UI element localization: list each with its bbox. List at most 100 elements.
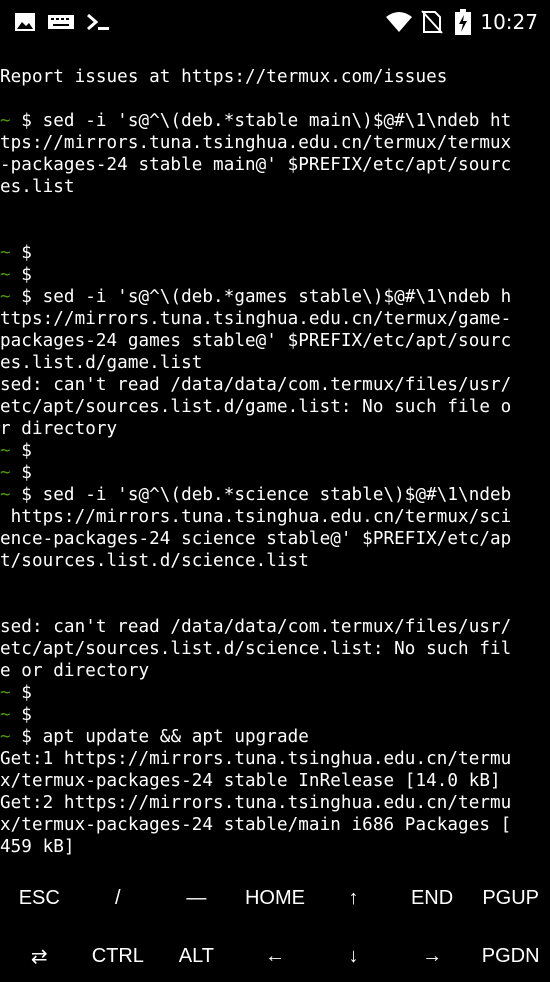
terminal-line: 459 kB] bbox=[0, 836, 550, 858]
terminal-line: es.list.d/game.list bbox=[0, 352, 550, 374]
terminal-output[interactable]: Report issues at https://termux.com/issu… bbox=[0, 66, 550, 866]
prompt-tilde: ~ bbox=[0, 265, 11, 285]
terminal-line: Get:1 https://mirrors.tuna.tsinghua.edu.… bbox=[0, 748, 550, 770]
extra-keys-bar: ESC / — HOME ↑ END PGUP ⇄ CTRL ALT ← ↓ → PGDN bbox=[0, 870, 550, 973]
no-sim-icon bbox=[420, 0, 444, 44]
terminal-line-text: 459 kB] bbox=[0, 837, 75, 857]
arrow-left-key[interactable]: ← bbox=[236, 930, 315, 982]
terminal-line-text: etc/apt/sources.list.d/science.list: No … bbox=[0, 639, 512, 659]
terminal-line: ttps://mirrors.tuna.tsinghua.edu.cn/term… bbox=[0, 308, 550, 330]
terminal-line-text: es.list.d/game.list bbox=[0, 353, 203, 373]
esc-key[interactable]: ESC bbox=[0, 872, 79, 924]
prompt-tilde: ~ bbox=[0, 111, 11, 131]
terminal-line: https://mirrors.tuna.tsinghua.edu.cn/ter… bbox=[0, 506, 550, 528]
terminal-line-text: $ sed -i 's@^\(deb.*science stable\)$@#\… bbox=[10, 485, 512, 505]
prompt-tilde: ~ bbox=[0, 463, 11, 483]
terminal-line: packages-24 games stable@' $PREFIX/etc/a… bbox=[0, 330, 550, 352]
terminal-line: ~ $ bbox=[0, 264, 550, 286]
tab-key[interactable]: ⇄ bbox=[0, 930, 79, 982]
terminal-line-text: x/termux-packages-24 stable InRelease [1… bbox=[0, 771, 501, 791]
alt-key[interactable]: ALT bbox=[157, 930, 236, 982]
terminal-line: Report issues at https://termux.com/issu… bbox=[0, 66, 550, 88]
end-key[interactable]: END bbox=[393, 872, 472, 924]
terminal-line: ~ $ sed -i 's@^\(deb.*games stable\)$@#\… bbox=[0, 286, 550, 308]
terminal-line-text: $ bbox=[10, 265, 32, 285]
terminal-line: x/termux-packages-24 stable InRelease [1… bbox=[0, 770, 550, 792]
terminal-line: ~ $ bbox=[0, 242, 550, 264]
wifi-icon bbox=[384, 0, 414, 44]
terminal-line-text: ttps://mirrors.tuna.tsinghua.edu.cn/term… bbox=[0, 309, 512, 329]
terminal-line: ~ $ bbox=[0, 440, 550, 462]
terminal-line-text: $ sed -i 's@^\(deb.*stable main\)$@#\1\n… bbox=[10, 111, 512, 131]
terminal-line: tps://mirrors.tuna.tsinghua.edu.cn/termu… bbox=[0, 132, 550, 154]
terminal-line: ~ $ sed -i 's@^\(deb.*stable main\)$@#\1… bbox=[0, 110, 550, 132]
terminal-line: r directory bbox=[0, 418, 550, 440]
prompt-tilde: ~ bbox=[0, 485, 11, 505]
terminal-line: Get:2 https://mirrors.tuna.tsinghua.edu.… bbox=[0, 792, 550, 814]
terminal-line-text: r directory bbox=[0, 419, 118, 439]
terminal-line-text: e or directory bbox=[0, 661, 150, 681]
terminal-line-text: t/sources.list.d/science.list bbox=[0, 551, 309, 571]
terminal-line-text: ence-packages-24 science stable@' $PREFI… bbox=[0, 529, 512, 549]
arrow-down-key[interactable]: ↓ bbox=[314, 930, 393, 982]
ctrl-key[interactable]: CTRL bbox=[79, 930, 158, 982]
terminal-line: ~ $ apt update && apt upgrade bbox=[0, 726, 550, 748]
terminal-line: -packages-24 stable main@' $PREFIX/etc/a… bbox=[0, 154, 550, 176]
terminal-line: x/termux-packages-24 stable/main i686 Pa… bbox=[0, 814, 550, 836]
terminal-line-text: $ apt update && apt upgrade bbox=[10, 727, 309, 747]
terminal-line-text: es.list bbox=[0, 177, 75, 197]
terminal-line: ence-packages-24 science stable@' $PREFI… bbox=[0, 528, 550, 550]
image-icon bbox=[12, 0, 38, 44]
prompt-tilde: ~ bbox=[0, 727, 11, 747]
terminal-line-text: $ bbox=[10, 463, 32, 483]
terminal-line: etc/apt/sources.list.d/game.list: No suc… bbox=[0, 396, 550, 418]
terminal-icon bbox=[84, 0, 112, 44]
terminal-line-text: Get:2 https://mirrors.tuna.tsinghua.edu.… bbox=[0, 793, 512, 813]
terminal-line: t/sources.list.d/science.list bbox=[0, 550, 550, 572]
terminal-line-text: $ bbox=[10, 441, 32, 461]
terminal-line: e or directory bbox=[0, 660, 550, 682]
status-time: 10:27 bbox=[480, 10, 538, 34]
prompt-tilde: ~ bbox=[0, 705, 11, 725]
terminal-line-text: Report issues at https://termux.com/issu… bbox=[0, 67, 448, 87]
keyboard-icon bbox=[46, 0, 76, 44]
prompt-tilde: ~ bbox=[0, 243, 11, 263]
terminal-line-text: x/termux-packages-24 stable/main i686 Pa… bbox=[0, 815, 512, 835]
status-bar: 10:27 bbox=[0, 0, 550, 44]
terminal-line-text: $ bbox=[10, 243, 32, 263]
terminal-line-text: -packages-24 stable main@' $PREFIX/etc/a… bbox=[0, 155, 512, 175]
arrow-up-key[interactable]: ↑ bbox=[314, 872, 393, 924]
home-key[interactable]: HOME bbox=[236, 872, 315, 924]
terminal-line-text: $ sed -i 's@^\(deb.*games stable\)$@#\1\… bbox=[10, 287, 512, 307]
pgdn-key[interactable]: PGDN bbox=[471, 930, 550, 982]
terminal-line: etc/apt/sources.list.d/science.list: No … bbox=[0, 638, 550, 660]
prompt-tilde: ~ bbox=[0, 683, 11, 703]
terminal-line-text: $ bbox=[10, 705, 32, 725]
minus-key[interactable]: — bbox=[157, 872, 236, 924]
terminal-line: sed: can't read /data/data/com.termux/fi… bbox=[0, 374, 550, 396]
terminal-line-text: $ bbox=[10, 683, 32, 703]
terminal-line-text: packages-24 games stable@' $PREFIX/etc/a… bbox=[0, 331, 512, 351]
terminal-line: ~ $ bbox=[0, 462, 550, 484]
terminal-line-text: sed: can't read /data/data/com.termux/fi… bbox=[0, 617, 512, 637]
terminal-line: ~ $ sed -i 's@^\(deb.*science stable\)$@… bbox=[0, 484, 550, 506]
terminal-line: sed: can't read /data/data/com.termux/fi… bbox=[0, 616, 550, 638]
terminal-line-text: https://mirrors.tuna.tsinghua.edu.cn/ter… bbox=[0, 507, 512, 527]
terminal-line-text: Get:1 https://mirrors.tuna.tsinghua.edu.… bbox=[0, 749, 512, 769]
pgup-key[interactable]: PGUP bbox=[471, 872, 550, 924]
terminal-line: es.list bbox=[0, 176, 550, 198]
slash-key[interactable]: / bbox=[79, 872, 158, 924]
terminal-line-text: etc/apt/sources.list.d/game.list: No suc… bbox=[0, 397, 512, 417]
terminal-line-text: sed: can't read /data/data/com.termux/fi… bbox=[0, 375, 512, 395]
terminal-line: ~ $ bbox=[0, 682, 550, 704]
battery-charging-icon bbox=[452, 0, 474, 44]
terminal-line: ~ $ bbox=[0, 704, 550, 726]
terminal-line-text: tps://mirrors.tuna.tsinghua.edu.cn/termu… bbox=[0, 133, 512, 153]
prompt-tilde: ~ bbox=[0, 441, 11, 461]
arrow-right-key[interactable]: → bbox=[393, 930, 472, 982]
